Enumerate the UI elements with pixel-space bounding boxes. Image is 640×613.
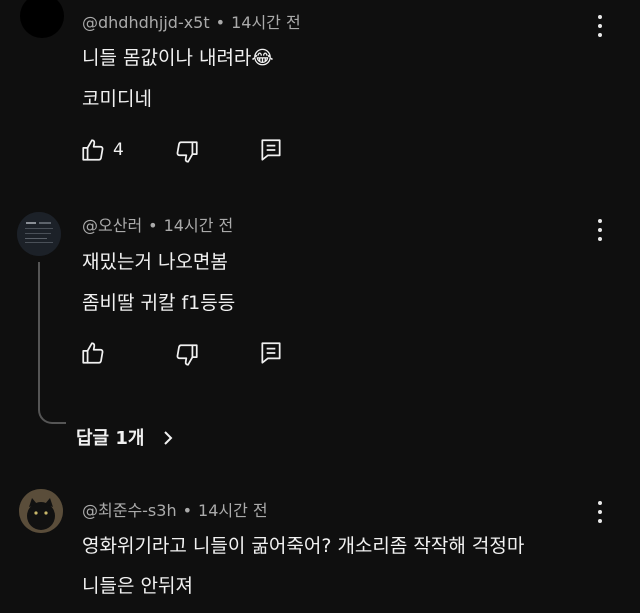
avatar[interactable] xyxy=(17,212,61,256)
comment-text-line: 영화위기라고 니들이 굶어죽어? 개소리좀 작작해 걱정마 xyxy=(82,535,525,557)
separator-dot: • xyxy=(182,501,193,520)
comment-text-line: 코미디네 xyxy=(82,88,152,110)
comment-meta: @오산러 • 14시간 전 xyxy=(82,212,233,236)
comment-time[interactable]: 14시간 전 xyxy=(164,216,234,235)
more-vertical-icon[interactable] xyxy=(590,14,610,40)
separator-dot: • xyxy=(215,13,226,32)
like-count: 4 xyxy=(113,140,124,160)
comment-author[interactable]: @오산러 xyxy=(82,216,142,235)
comment-author[interactable]: @최준수-s3h xyxy=(82,501,177,520)
thumbs-down-icon[interactable] xyxy=(174,139,200,165)
comment-actions xyxy=(0,340,640,370)
comment-meta: @dhdhdhjjd-x5t • 14시간 전 xyxy=(82,9,301,33)
comment-time[interactable]: 14시간 전 xyxy=(231,13,301,32)
thumbs-up-icon[interactable] xyxy=(80,137,106,163)
comment-text-line: 재밌는거 나오면봄 xyxy=(82,251,228,273)
comment-text-line: 니들은 안뒤져 xyxy=(82,575,193,597)
comment-author[interactable]: @dhdhdhjjd-x5t xyxy=(82,13,210,32)
avatar-image xyxy=(19,489,63,533)
more-vertical-icon[interactable] xyxy=(590,500,610,526)
thumbs-up-icon[interactable] xyxy=(80,340,106,366)
avatar-image xyxy=(17,212,61,256)
avatar[interactable] xyxy=(19,489,63,533)
separator-dot: • xyxy=(148,216,158,235)
replies-label: 답글 1개 xyxy=(76,428,145,449)
reply-icon[interactable] xyxy=(258,340,284,366)
comment-meta: @최준수-s3h • 14시간 전 xyxy=(82,497,268,521)
reply-icon[interactable] xyxy=(258,137,284,163)
avatar[interactable] xyxy=(20,0,64,38)
view-replies-button[interactable]: 답글 1개 xyxy=(76,424,175,450)
thumbs-down-icon[interactable] xyxy=(174,342,200,368)
comment-actions: 4 xyxy=(0,137,640,167)
comment-text-line: 니들 몸값이나 내려라😂 xyxy=(82,47,274,69)
comment-time[interactable]: 14시간 전 xyxy=(198,501,268,520)
chevron-right-icon xyxy=(164,431,173,445)
comment-text-line: 좀비딸 귀칼 f1등등 xyxy=(82,292,236,314)
more-vertical-icon[interactable] xyxy=(590,218,610,244)
